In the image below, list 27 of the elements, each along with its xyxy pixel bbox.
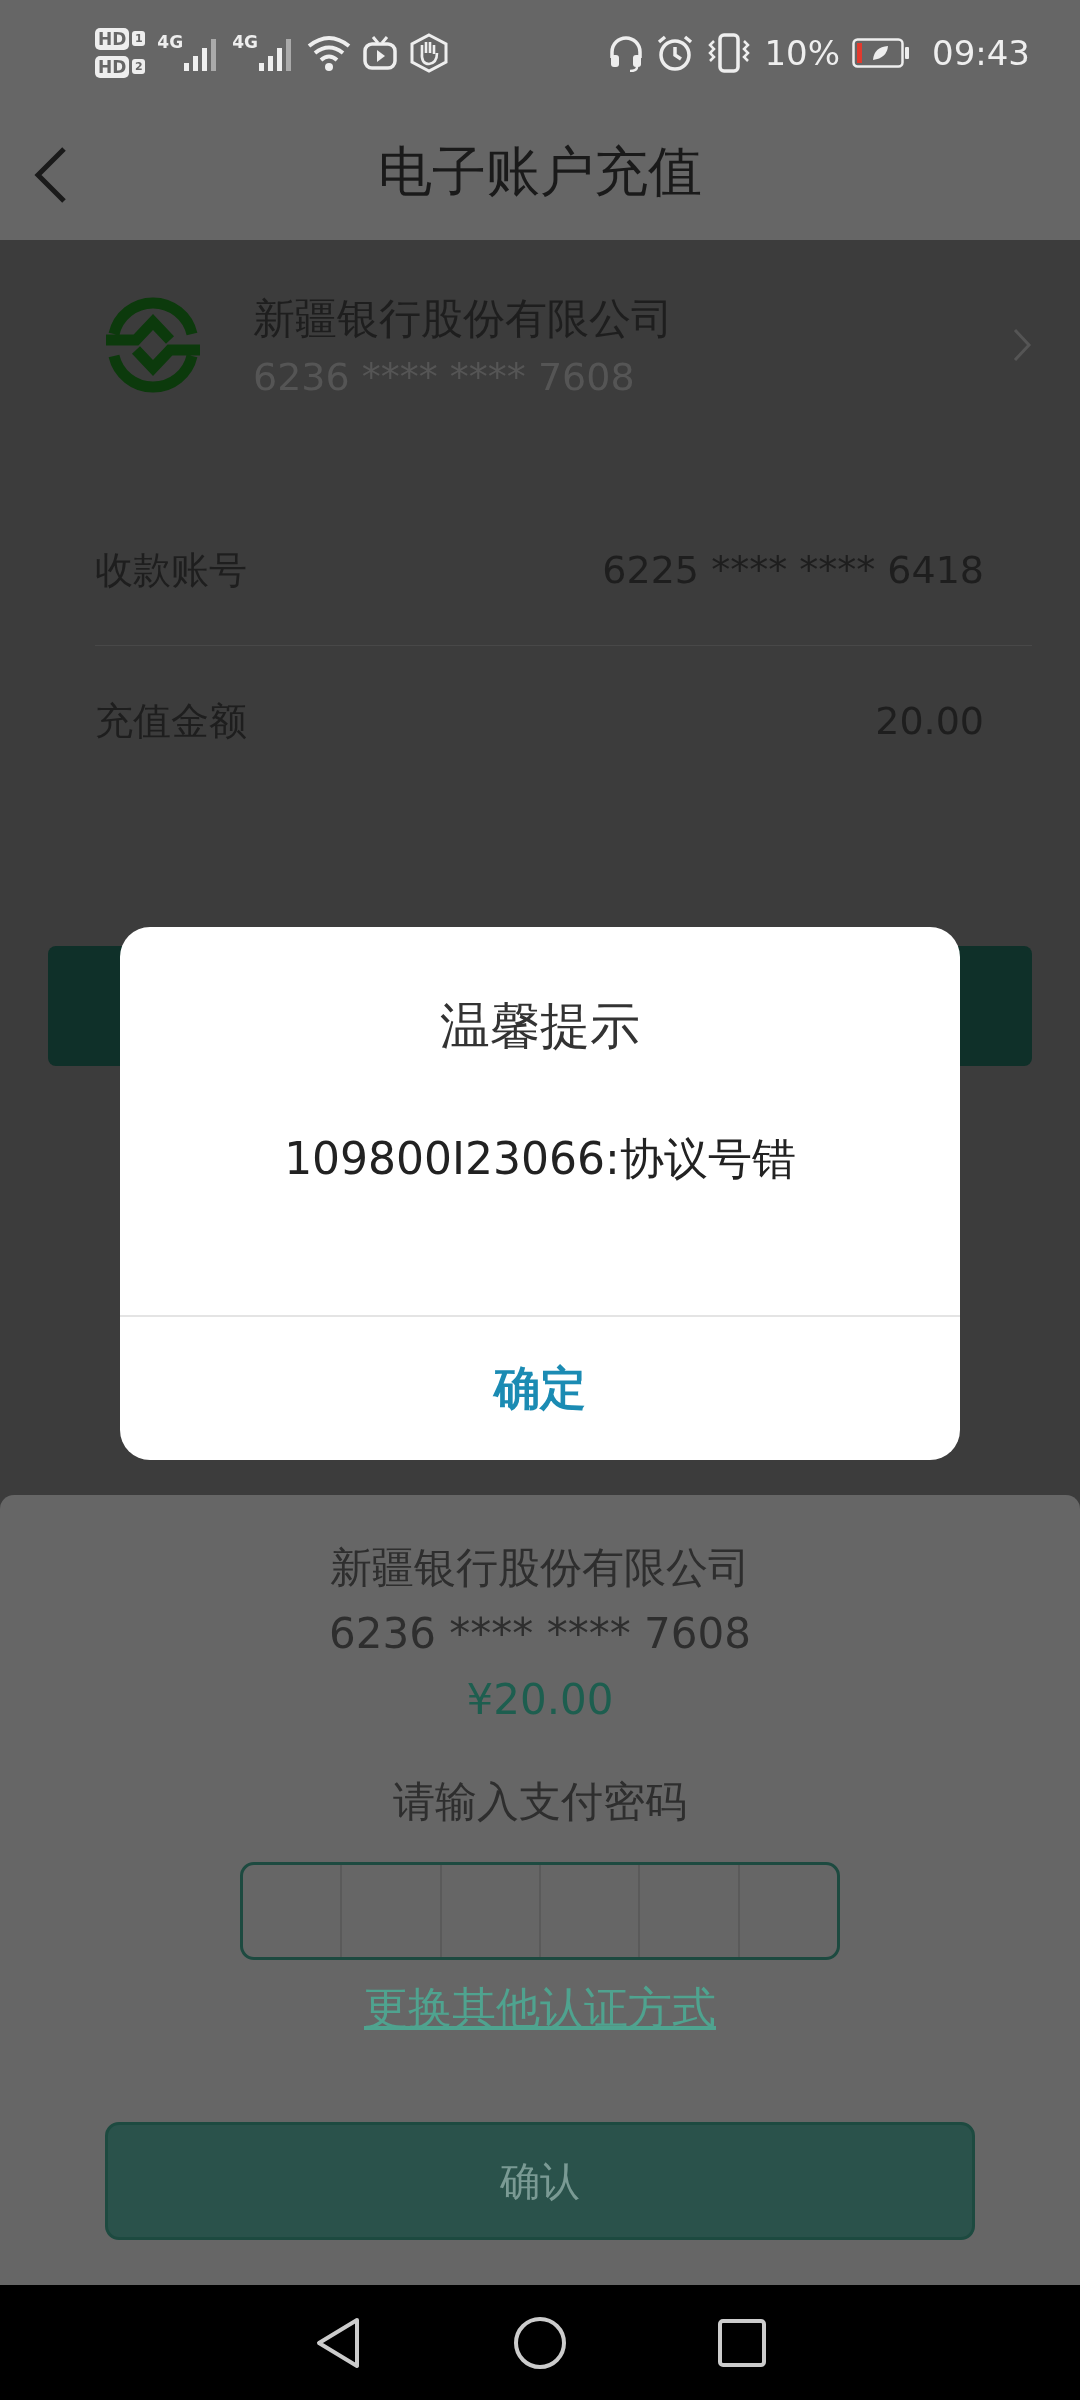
battery-percentage: 10%: [764, 32, 840, 73]
sim-slot-badge: 1: [132, 31, 146, 46]
payment-amount: ¥20.00: [466, 1674, 614, 1726]
ok-button[interactable]: 确定: [120, 1317, 960, 1460]
network-type: 4G: [232, 32, 258, 51]
dialog-title: 温馨提示: [440, 996, 640, 1057]
battery-icon: [852, 37, 910, 68]
alarm-icon: [656, 33, 695, 72]
password-prompt: 请输入支付密码: [393, 1776, 687, 1828]
headset-icon: [608, 33, 645, 72]
clock-time: 09:43: [932, 32, 1030, 73]
password-field[interactable]: [240, 1862, 840, 1960]
change-auth-link[interactable]: 更换其他认证方式: [364, 1975, 716, 2041]
hand-icon: [408, 32, 449, 73]
wifi-icon: [306, 33, 351, 72]
confirm-button[interactable]: 确认: [105, 2122, 975, 2240]
hd-badge: HD: [95, 27, 130, 50]
page-title: 电子账户充值: [378, 139, 702, 205]
home-icon[interactable]: [513, 2315, 567, 2370]
sim-slot-badge: 2: [132, 59, 146, 74]
bank-name: 新疆银行股份有限公司: [330, 1542, 750, 1594]
network-type: 4G: [157, 32, 184, 51]
dialog-message: 109800I23066:协议号错: [284, 1132, 796, 1186]
recent-apps-icon[interactable]: [717, 2317, 767, 2368]
tv-icon: [362, 34, 397, 71]
card-number: 6236 **** **** 7608: [329, 1608, 751, 1660]
hd-badge: HD: [95, 55, 130, 78]
